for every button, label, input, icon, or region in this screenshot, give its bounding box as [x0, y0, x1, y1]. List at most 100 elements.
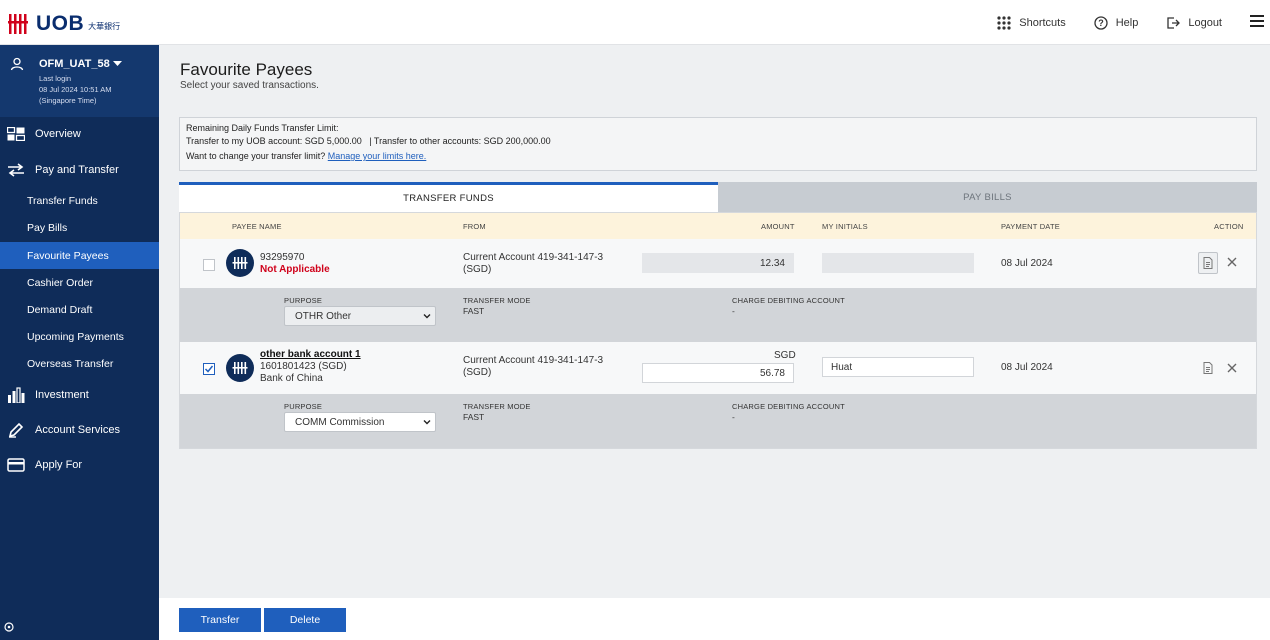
remove-button[interactable] [1226, 362, 1238, 374]
top-bar: UOB 大華銀行 Shortcuts ? Help Logout [0, 0, 1270, 45]
col-my-initials: MY INITIALS [822, 222, 868, 231]
payment-date: 08 Jul 2024 [1001, 258, 1053, 269]
page-title: Favourite Payees [180, 60, 313, 79]
grid-icon [997, 15, 1011, 30]
sidebar-subitem-pay-bills[interactable]: Pay Bills [0, 214, 159, 241]
delete-button[interactable]: Delete [264, 608, 346, 632]
payees-table: PAYEE NAME FROM AMOUNT MY INITIALS PAYME… [179, 212, 1257, 449]
row-checkbox[interactable] [203, 259, 215, 271]
help-link[interactable]: ? Help [1094, 15, 1139, 30]
amount-input[interactable]: 56.78 [642, 363, 794, 383]
payee-name[interactable]: other bank account 1 [260, 349, 361, 360]
sidebar-item-account-services-label: Account Services [35, 424, 120, 436]
purpose-label: PURPOSE [284, 296, 323, 305]
logo-text: UOB [36, 12, 85, 35]
row-checkbox[interactable] [203, 363, 215, 375]
sidebar-subitem-label: Upcoming Payments [27, 330, 124, 343]
from-account-number: Current Account 419-341-147-3 [463, 252, 604, 263]
sidebar-subitem-favourite-payees[interactable]: Favourite Payees [0, 242, 159, 269]
last-login-time: 08 Jul 2024 10:51 AM [39, 85, 112, 94]
menu-button[interactable] [1250, 14, 1264, 32]
from-account-number: Current Account 419-341-147-3 [463, 355, 604, 366]
user-icon [10, 57, 24, 71]
purpose-selected-value: COMM Commission [295, 417, 385, 428]
purpose-label: PURPOSE [284, 402, 323, 411]
purpose-select[interactable]: OTHR Other [284, 306, 436, 326]
view-details-button[interactable] [1198, 252, 1218, 274]
hamburger-icon [1250, 14, 1264, 27]
sidebar-subitem-label: Overseas Transfer [27, 357, 114, 370]
caret-down-icon [112, 61, 122, 66]
remove-button[interactable] [1226, 256, 1238, 268]
sidebar-item-investment[interactable]: Investment [0, 378, 159, 412]
uob-logo-mark-icon [8, 14, 28, 34]
uob-logo[interactable]: UOB 大華銀行 [8, 12, 120, 36]
table-header: PAYEE NAME FROM AMOUNT MY INITIALS PAYME… [180, 213, 1256, 239]
dashboard-icon [7, 127, 25, 141]
initials-input[interactable]: Huat [822, 357, 974, 377]
col-from: FROM [463, 222, 486, 231]
transfer-limit-panel: Remaining Daily Funds Transfer Limit: Tr… [179, 117, 1257, 171]
sidebar-item-overview[interactable]: Overview [0, 117, 159, 151]
transfer-arrows-icon [8, 163, 24, 177]
tab-transfer-funds[interactable]: TRANSFER FUNDS [179, 182, 718, 212]
logout-link[interactable]: Logout [1166, 16, 1222, 30]
chevron-down-icon [423, 420, 431, 425]
main-content: Favourite Payees Select your saved trans… [159, 45, 1270, 640]
transfer-button[interactable]: Transfer [179, 608, 261, 632]
last-login-info: Last login 08 Jul 2024 10:51 AM (Singapo… [39, 73, 112, 106]
user-panel[interactable]: OFM_UAT_58 Last login 08 Jul 2024 10:51 … [0, 45, 159, 117]
transfer-mode-value: FAST [463, 412, 485, 422]
amount-currency: SGD [774, 350, 796, 361]
sidebar-item-apply-for[interactable]: Apply For [0, 448, 159, 482]
row-details: PURPOSE OTHR Other TRANSFER MODE FAST CH… [180, 288, 1256, 342]
charge-account-value: - [732, 306, 735, 316]
sidebar-subitem-overseas-transfer[interactable]: Overseas Transfer [0, 350, 159, 377]
shortcuts-label: Shortcuts [1019, 16, 1066, 29]
page-subtitle: Select your saved transactions. [180, 80, 319, 91]
user-name: OFM_UAT_58 [39, 58, 110, 70]
sidebar-item-pay-and-transfer[interactable]: Pay and Transfer [0, 153, 159, 187]
sidebar-subitem-upcoming-payments[interactable]: Upcoming Payments [0, 323, 159, 350]
col-amount: AMOUNT [761, 222, 795, 231]
payee-avatar [226, 354, 254, 382]
sidebar-subitem-label: Pay Bills [27, 221, 68, 234]
sidebar-subitem-label: Transfer Funds [27, 194, 98, 207]
logout-label: Logout [1188, 16, 1222, 29]
settings-circle-icon[interactable] [4, 622, 14, 632]
payee-account-number: 1601801423 (SGD) [260, 361, 347, 372]
purpose-select[interactable]: COMM Commission [284, 412, 436, 432]
sidebar-subitem-label: Cashier Order [27, 276, 93, 289]
card-icon [7, 458, 25, 472]
charge-account-value: - [732, 412, 735, 422]
payee-status: Not Applicable [260, 264, 330, 275]
from-account-currency: (SGD) [463, 264, 492, 275]
shortcuts-link[interactable]: Shortcuts [997, 15, 1066, 30]
sidebar-subitem-demand-draft[interactable]: Demand Draft [0, 296, 159, 323]
pencil-icon [8, 422, 24, 438]
sidebar-subitem-transfer-funds[interactable]: Transfer Funds [0, 187, 159, 214]
bar-chart-icon [8, 387, 25, 403]
top-nav: Shortcuts ? Help Logout [997, 0, 1270, 45]
payment-date: 08 Jul 2024 [1001, 362, 1053, 373]
tab-pay-bills[interactable]: PAY BILLS [718, 182, 1257, 212]
payee-bank-name: Bank of China [260, 373, 323, 384]
bank-logo-icon [232, 362, 248, 374]
bank-logo-icon [232, 257, 248, 269]
transfer-mode-label: TRANSFER MODE [463, 402, 531, 411]
manage-limits-link[interactable]: Manage your limits here. [328, 151, 427, 161]
row-details: PURPOSE COMM Commission TRANSFER MODE FA… [180, 394, 1256, 448]
initials-input[interactable] [822, 253, 974, 273]
user-name-dropdown[interactable]: OFM_UAT_58 [39, 58, 122, 70]
close-icon [1227, 257, 1237, 267]
help-label: Help [1115, 16, 1139, 29]
payee-account-number: 93295970 [260, 252, 305, 263]
checkmark-icon [204, 365, 214, 373]
sidebar-item-account-services[interactable]: Account Services [0, 413, 159, 447]
view-details-button[interactable] [1202, 361, 1214, 374]
sidebar-subitem-cashier-order[interactable]: Cashier Order [0, 269, 159, 296]
logo-chinese-text: 大華銀行 [88, 21, 121, 31]
col-action: ACTION [1214, 222, 1244, 231]
amount-input[interactable]: 12.34 [642, 253, 794, 273]
table-row: 93295970 Not Applicable Current Account … [180, 239, 1256, 288]
